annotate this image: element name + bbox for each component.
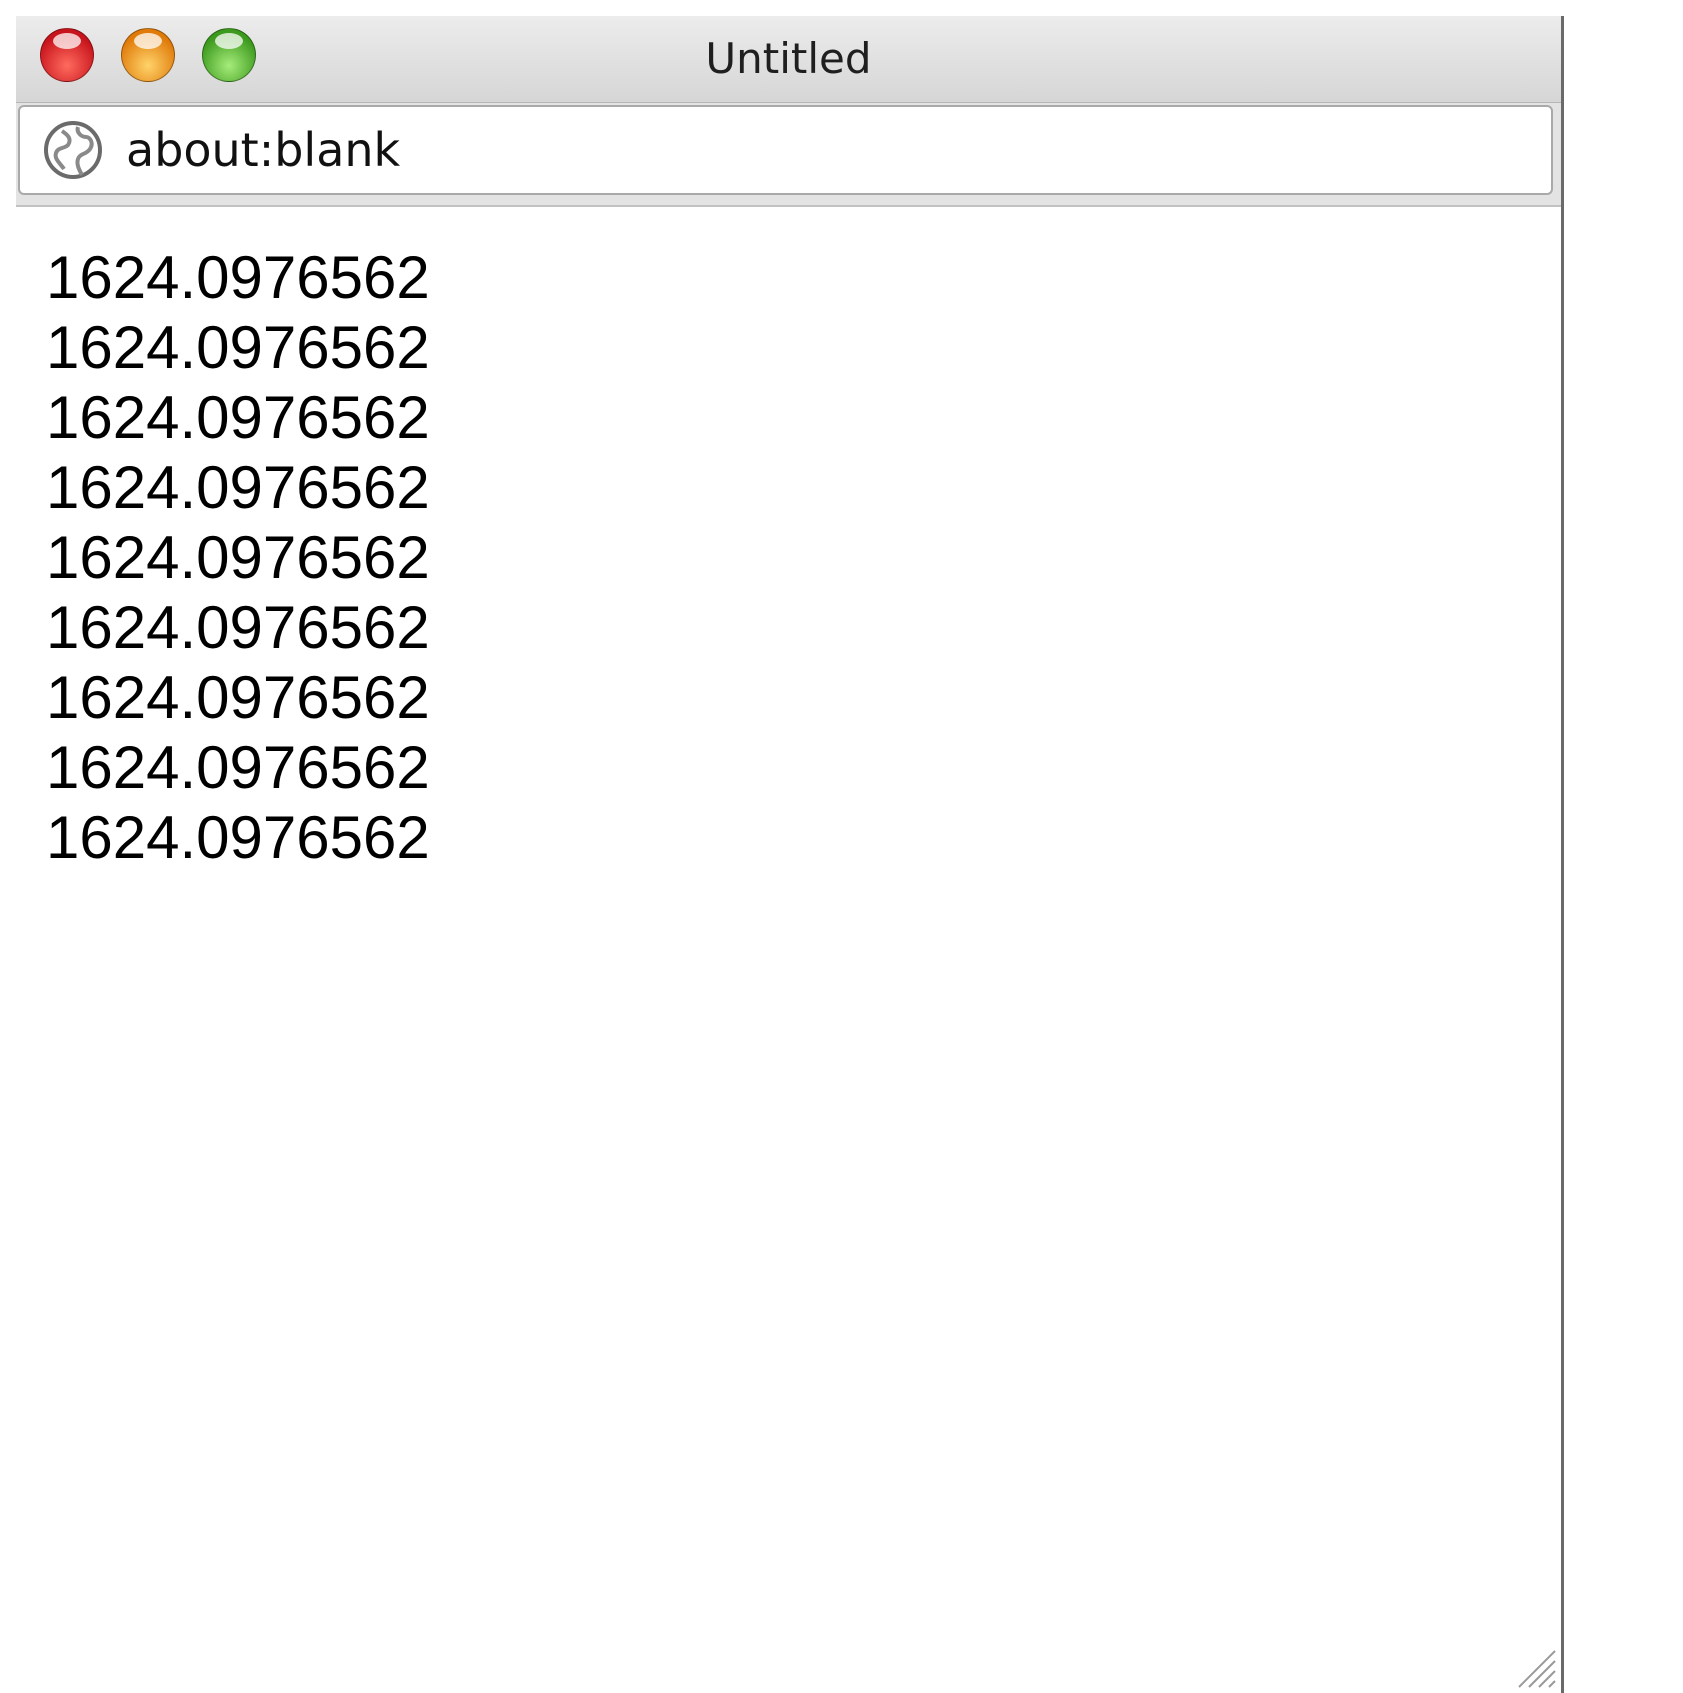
output-line: 1624.0976562	[46, 734, 430, 801]
address-bar[interactable]: about:blank	[18, 105, 1553, 195]
output-line: 1624.0976562	[46, 314, 430, 381]
output-line: 1624.0976562	[46, 454, 430, 521]
resize-grip-icon[interactable]	[1509, 1641, 1557, 1689]
window-title: Untitled	[705, 34, 872, 83]
output-line: 1624.0976562	[46, 244, 430, 311]
output-line: 1624.0976562	[46, 804, 430, 871]
page-content: 1624.0976562 1624.0976562 1624.0976562 1…	[16, 207, 1561, 873]
output-line: 1624.0976562	[46, 384, 430, 451]
browser-window: Untitled about:blank 1624.0976562 1624.0…	[16, 16, 1564, 1693]
output-line: 1624.0976562	[46, 664, 430, 731]
address-input[interactable]: about:blank	[126, 123, 400, 177]
title-bar[interactable]: Untitled	[16, 16, 1561, 103]
toolbar: about:blank	[16, 103, 1561, 207]
output-line: 1624.0976562	[46, 594, 430, 661]
globe-icon	[44, 121, 102, 179]
output-line: 1624.0976562	[46, 524, 430, 591]
